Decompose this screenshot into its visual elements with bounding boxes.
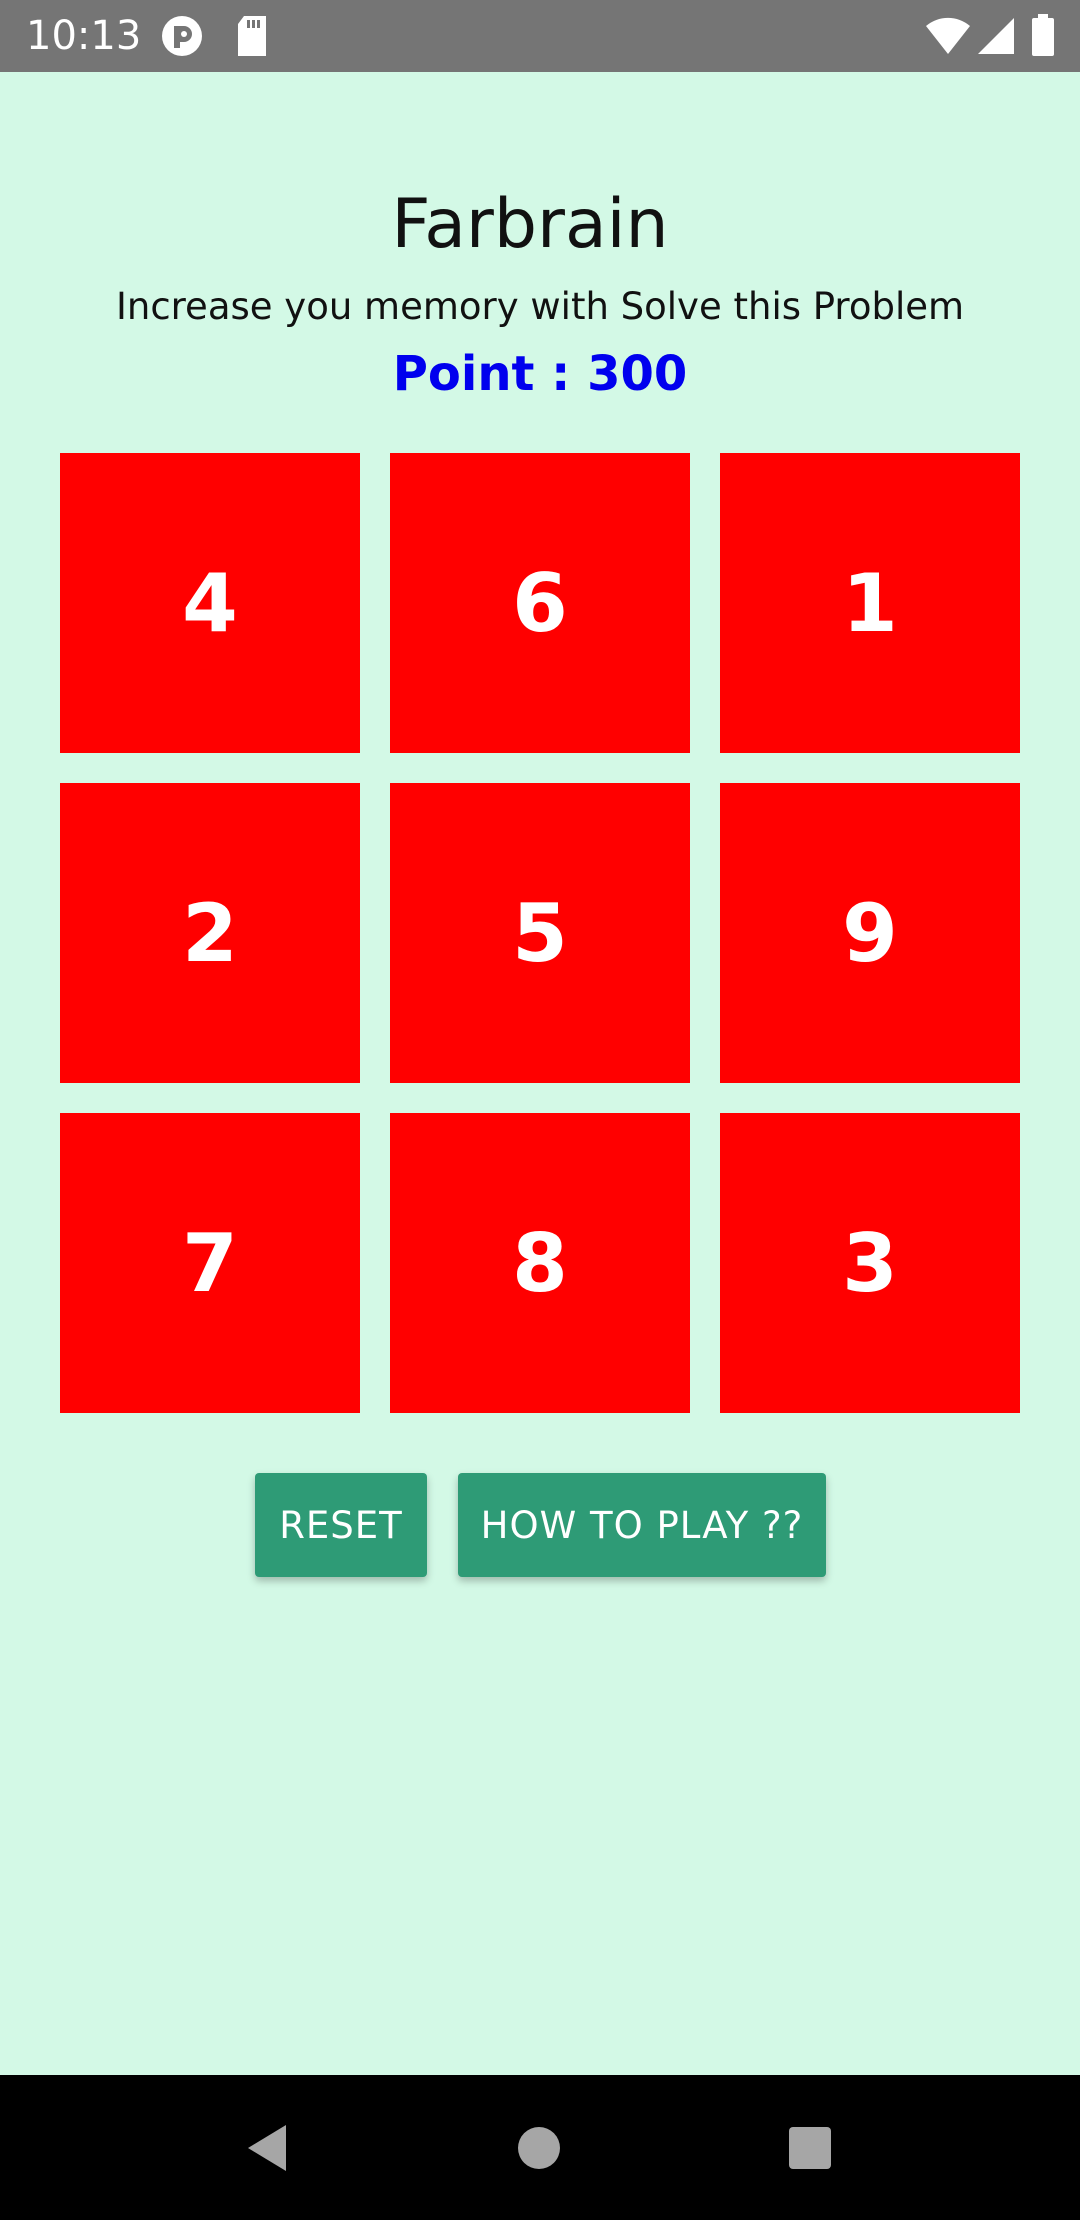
- wifi-icon: [924, 14, 972, 62]
- app-notification-icon: [160, 14, 204, 62]
- grid-tile[interactable]: 5: [390, 783, 690, 1083]
- grid-tile[interactable]: 2: [60, 783, 360, 1083]
- points-display: Point : 300: [392, 346, 688, 402]
- cell-signal-icon: [976, 14, 1016, 62]
- how-to-play-button[interactable]: HOW TO PLAY ??: [458, 1473, 826, 1577]
- app-title: Farbrain: [391, 185, 669, 264]
- grid-tile[interactable]: 6: [390, 453, 690, 753]
- battery-icon: [1030, 14, 1056, 62]
- grid-tile[interactable]: 3: [720, 1113, 1020, 1413]
- number-grid: 4 6 1 2 5 9 7 8 3: [60, 453, 1020, 1413]
- recents-icon[interactable]: [777, 2115, 843, 2181]
- navigation-bar: [0, 2075, 1080, 2220]
- status-time: 10:13: [26, 13, 142, 59]
- status-bar: 10:13: [0, 0, 1080, 72]
- reset-button[interactable]: RESET: [255, 1473, 427, 1577]
- home-icon[interactable]: [506, 2115, 572, 2181]
- back-icon[interactable]: [234, 2115, 300, 2181]
- app-subtitle: Increase you memory with Solve this Prob…: [115, 285, 965, 328]
- sd-card-icon: [236, 14, 268, 62]
- grid-tile[interactable]: 1: [720, 453, 1020, 753]
- grid-tile[interactable]: 7: [60, 1113, 360, 1413]
- grid-tile[interactable]: 4: [60, 453, 360, 753]
- grid-tile[interactable]: 9: [720, 783, 1020, 1083]
- grid-tile[interactable]: 8: [390, 1113, 690, 1413]
